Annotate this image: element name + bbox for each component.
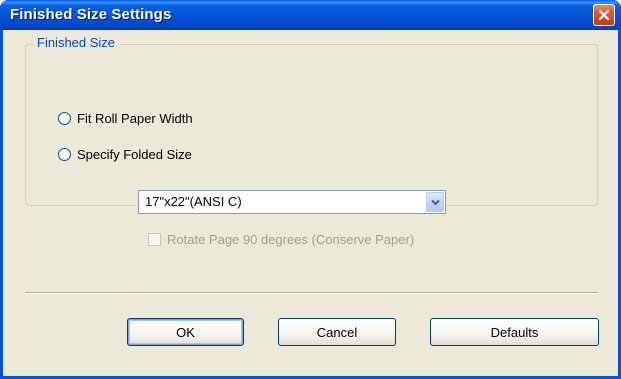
close-icon <box>598 9 610 21</box>
separator-highlight <box>25 293 598 294</box>
paper-size-value: 17"x22"(ANSI C) <box>145 194 242 209</box>
rotate-page-label: Rotate Page 90 degrees (Conserve Paper) <box>167 232 415 247</box>
close-button[interactable] <box>593 4 615 26</box>
rotate-page-checkbox[interactable] <box>148 233 161 246</box>
rotate-page-option[interactable]: Rotate Page 90 degrees (Conserve Paper) <box>148 232 414 247</box>
paper-size-dropdown[interactable]: 17"x22"(ANSI C) <box>138 190 446 214</box>
ok-button[interactable]: OK <box>127 318 244 346</box>
specify-folded-size-option[interactable]: Specify Folded Size <box>58 147 192 162</box>
specify-folded-size-radio[interactable] <box>58 148 71 161</box>
defaults-button[interactable]: Defaults <box>430 318 599 346</box>
title-bar[interactable]: Finished Size Settings <box>0 0 621 30</box>
dropdown-button[interactable] <box>426 192 444 212</box>
fit-roll-paper-width-radio[interactable] <box>58 112 71 125</box>
chevron-down-icon <box>431 199 440 206</box>
finished-size-group-label: Finished Size <box>33 35 120 50</box>
specify-folded-size-label: Specify Folded Size <box>77 147 192 162</box>
cancel-button[interactable]: Cancel <box>278 318 396 346</box>
fit-roll-paper-width-label: Fit Roll Paper Width <box>77 111 193 126</box>
dialog-title: Finished Size Settings <box>10 6 172 23</box>
fit-roll-paper-width-option[interactable]: Fit Roll Paper Width <box>58 111 193 126</box>
